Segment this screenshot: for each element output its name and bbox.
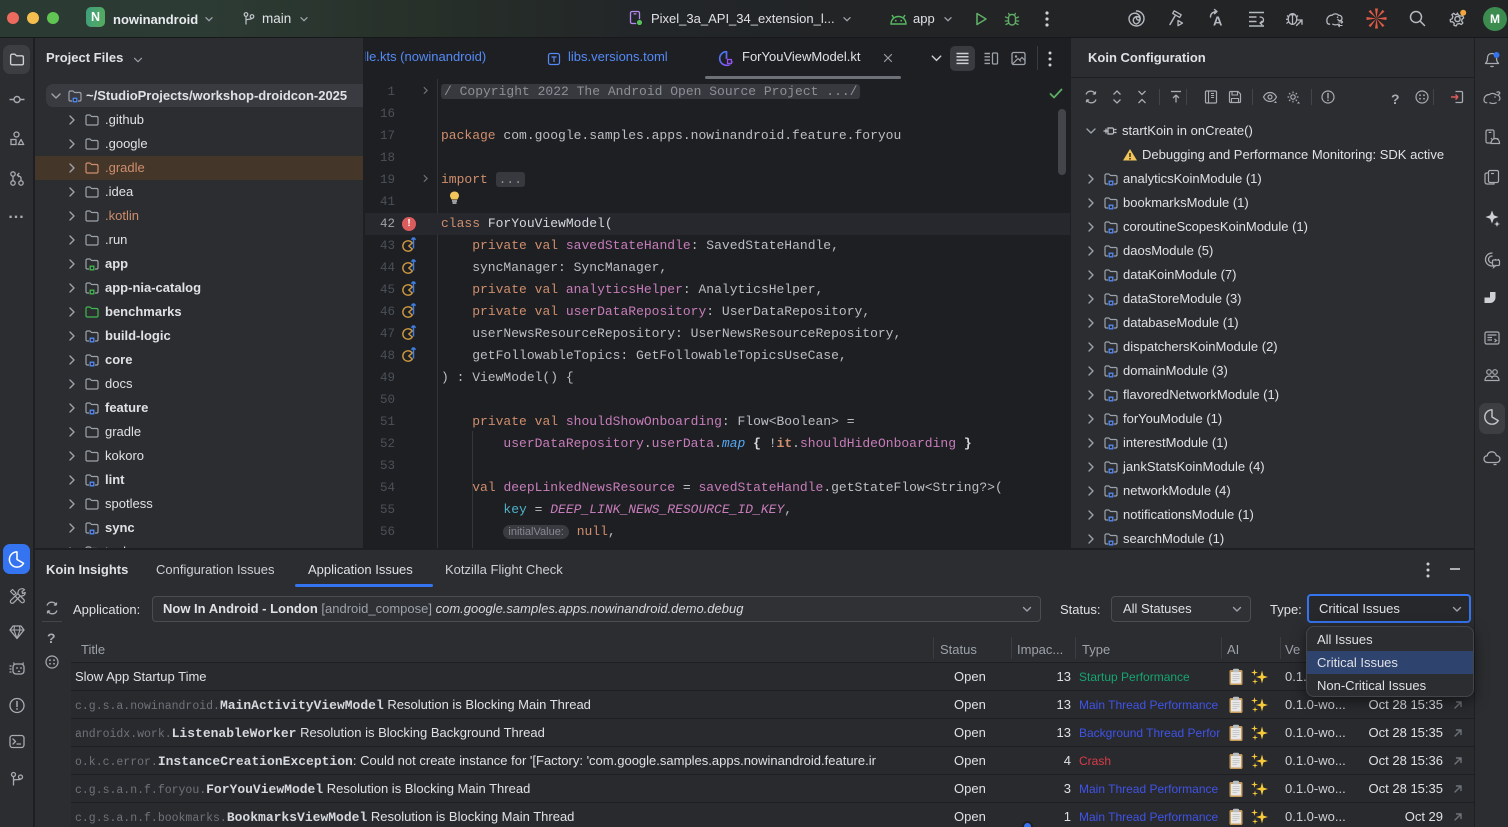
svg-text:A: A	[1213, 14, 1223, 29]
